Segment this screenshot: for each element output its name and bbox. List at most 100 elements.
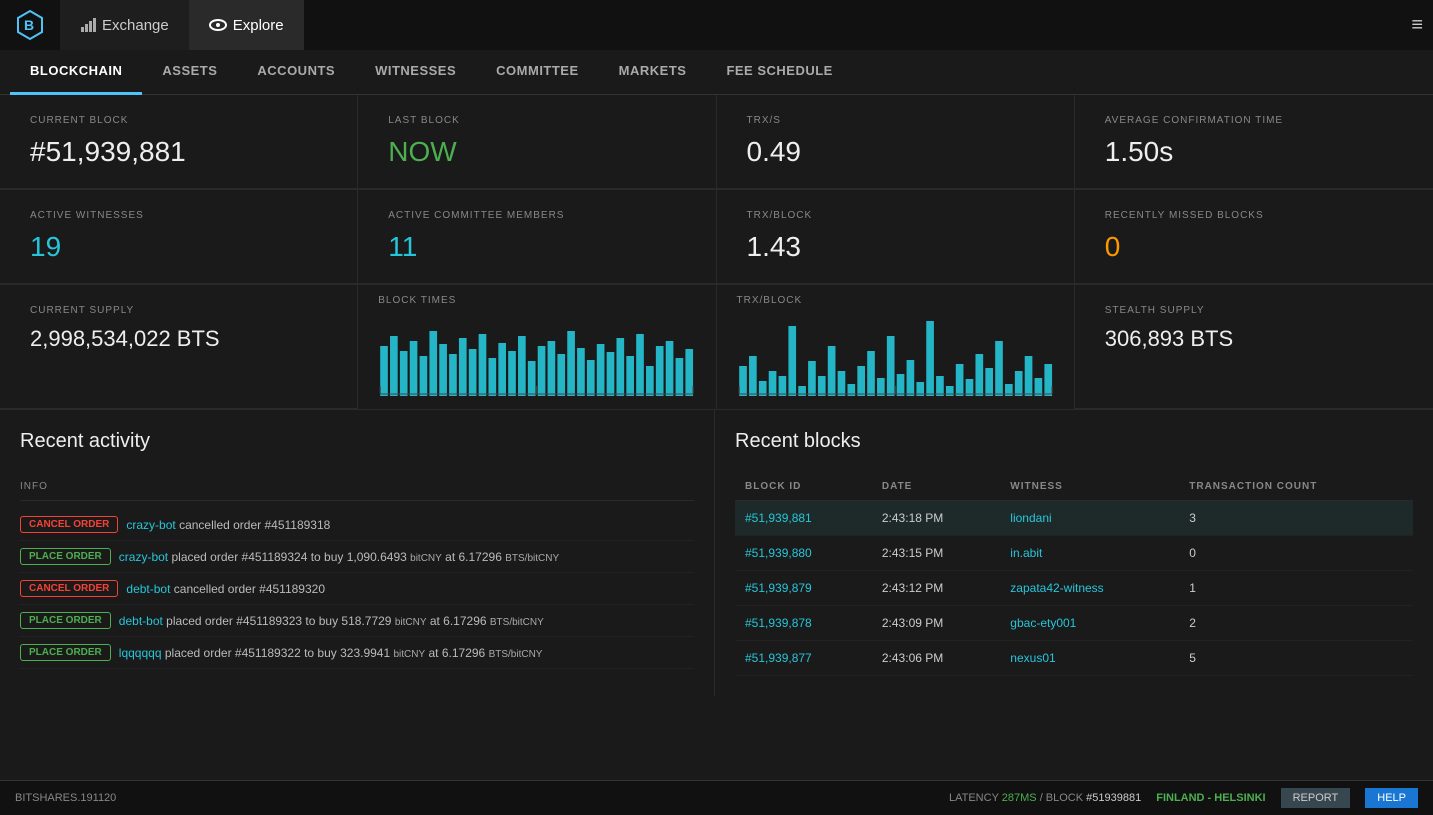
activity-user[interactable]: lqqqqqq xyxy=(119,646,162,660)
activity-user[interactable]: debt-bot xyxy=(119,614,163,628)
date-cell: 2:43:15 PM xyxy=(872,536,1000,571)
main-content: Recent activity INFO CANCEL ORDER crazy-… xyxy=(0,410,1433,696)
nav-blockchain[interactable]: BLOCKCHAIN xyxy=(10,50,142,95)
date-cell: 2:43:09 PM xyxy=(872,606,1000,641)
nav-accounts[interactable]: ACCOUNTS xyxy=(237,50,355,95)
logo[interactable]: B xyxy=(10,5,50,45)
place-order-badge: PLACE ORDER xyxy=(20,644,111,661)
secondary-nav: BLOCKCHAIN ASSETS ACCOUNTS WITNESSES COM… xyxy=(0,50,1433,95)
activity-user[interactable]: crazy-bot xyxy=(119,550,168,564)
block-id-link[interactable]: #51,939,880 xyxy=(745,546,812,560)
list-item: PLACE ORDER lqqqqqq placed order #451189… xyxy=(20,637,694,669)
block-id-cell: #51,939,881 xyxy=(735,501,872,536)
block-times-label: BLOCK TIMES xyxy=(378,295,695,306)
block-id-link[interactable]: #51,939,881 xyxy=(745,511,812,525)
exchange-nav[interactable]: Exchange xyxy=(60,0,189,50)
table-row: #51,939,881 2:43:18 PM liondani 3 xyxy=(735,501,1413,536)
stealth-supply-value: 306,893 BTS xyxy=(1105,326,1403,352)
current-block-value: #51,939,881 xyxy=(30,136,327,168)
exchange-label: Exchange xyxy=(102,17,169,34)
svg-text:B: B xyxy=(24,17,34,33)
active-committee-label: ACTIVE COMMITTEE MEMBERS xyxy=(388,210,685,221)
nav-witnesses[interactable]: WITNESSES xyxy=(355,50,476,95)
trx-block-chart-cell: TRX/BLOCK xyxy=(717,285,1075,409)
active-committee-cell: ACTIVE COMMITTEE MEMBERS 11 xyxy=(358,190,716,284)
list-item: PLACE ORDER debt-bot placed order #45118… xyxy=(20,605,694,637)
active-witnesses-value: 19 xyxy=(30,231,327,263)
witness-cell: nexus01 xyxy=(1000,641,1179,676)
list-item: CANCEL ORDER debt-bot cancelled order #4… xyxy=(20,573,694,605)
block-id-link[interactable]: #51,939,877 xyxy=(745,651,812,665)
current-supply-cell: CURRENT SUPPLY 2,998,534,022 BTS xyxy=(0,285,358,409)
col-block-id: BLOCK ID xyxy=(735,473,872,501)
block-id-cell: #51,939,880 xyxy=(735,536,872,571)
block-value: #51939881 xyxy=(1086,792,1141,804)
active-witnesses-label: ACTIVE WITNESSES xyxy=(30,210,327,221)
footer-location: FINLAND - HELSINKI xyxy=(1156,792,1265,804)
stats-row-2: ACTIVE WITNESSES 19 ACTIVE COMMITTEE MEM… xyxy=(0,190,1433,285)
exchange-icon xyxy=(80,17,96,33)
block-id-link[interactable]: #51,939,879 xyxy=(745,581,812,595)
active-committee-value: 11 xyxy=(388,231,685,263)
activity-desc: placed order #451189322 to buy 323.9941 … xyxy=(162,646,543,660)
witness-link[interactable]: liondani xyxy=(1010,511,1051,525)
nav-fee-schedule[interactable]: FEE SCHEDULE xyxy=(706,50,852,95)
witness-link[interactable]: gbac-ety001 xyxy=(1010,616,1076,630)
report-button[interactable]: REPORT xyxy=(1281,788,1351,808)
block-id-link[interactable]: #51,939,878 xyxy=(745,616,812,630)
activity-text: crazy-bot cancelled order #451189318 xyxy=(126,518,694,532)
tx-count-cell: 5 xyxy=(1179,641,1413,676)
witness-link[interactable]: nexus01 xyxy=(1010,651,1055,665)
explore-icon xyxy=(209,18,227,32)
help-button[interactable]: HELP xyxy=(1365,788,1418,808)
witness-link[interactable]: zapata42-witness xyxy=(1010,581,1103,595)
col-date: DATE xyxy=(872,473,1000,501)
trx-block-chart xyxy=(737,316,1054,396)
activity-user[interactable]: crazy-bot xyxy=(126,518,175,532)
witness-link[interactable]: in.abit xyxy=(1010,546,1042,560)
nav-assets[interactable]: ASSETS xyxy=(142,50,237,95)
current-supply-label: CURRENT SUPPLY xyxy=(30,305,327,316)
place-order-badge: PLACE ORDER xyxy=(20,548,111,565)
trx-block-cell: TRX/BLOCK 1.43 xyxy=(717,190,1075,284)
last-block-label: LAST BLOCK xyxy=(388,115,685,126)
place-order-badge: PLACE ORDER xyxy=(20,612,111,629)
activity-text: debt-bot cancelled order #451189320 xyxy=(126,582,694,596)
col-tx-count: TRANSACTION COUNT xyxy=(1179,473,1413,501)
table-row: #51,939,878 2:43:09 PM gbac-ety001 2 xyxy=(735,606,1413,641)
last-block-value: NOW xyxy=(388,136,685,168)
last-block-cell: LAST BLOCK NOW xyxy=(358,95,716,189)
list-item: CANCEL ORDER crazy-bot cancelled order #… xyxy=(20,509,694,541)
date-cell: 2:43:12 PM xyxy=(872,571,1000,606)
list-item: PLACE ORDER crazy-bot placed order #4511… xyxy=(20,541,694,573)
trx-s-value: 0.49 xyxy=(747,136,1044,168)
nav-committee[interactable]: COMMITTEE xyxy=(476,50,599,95)
footer-version: BITSHARES.191120 xyxy=(15,792,949,804)
date-cell: 2:43:18 PM xyxy=(872,501,1000,536)
tx-count-cell: 2 xyxy=(1179,606,1413,641)
block-id-cell: #51,939,878 xyxy=(735,606,872,641)
current-block-label: CURRENT BLOCK xyxy=(30,115,327,126)
current-supply-value: 2,998,534,022 BTS xyxy=(30,326,327,352)
trx-block-value: 1.43 xyxy=(747,231,1044,263)
explore-nav[interactable]: Explore xyxy=(189,0,304,50)
missed-blocks-cell: RECENTLY MISSED BLOCKS 0 xyxy=(1075,190,1433,284)
activity-text: lqqqqqq placed order #451189322 to buy 3… xyxy=(119,646,694,660)
trx-block-label: TRX/BLOCK xyxy=(747,210,1044,221)
recent-activity-title: Recent activity xyxy=(20,430,694,453)
block-id-cell: #51,939,877 xyxy=(735,641,872,676)
block-times-chart-cell: BLOCK TIMES xyxy=(358,285,716,409)
activity-desc: placed order #451189323 to buy 518.7729 … xyxy=(163,614,544,628)
table-row: #51,939,877 2:43:06 PM nexus01 5 xyxy=(735,641,1413,676)
missed-blocks-label: RECENTLY MISSED BLOCKS xyxy=(1105,210,1403,221)
nav-markets[interactable]: MARKETS xyxy=(599,50,707,95)
hamburger-button[interactable]: ≡ xyxy=(1411,14,1423,37)
tx-count-cell: 1 xyxy=(1179,571,1413,606)
cancel-order-badge: CANCEL ORDER xyxy=(20,516,118,533)
activity-user[interactable]: debt-bot xyxy=(126,582,170,596)
active-witnesses-cell: ACTIVE WITNESSES 19 xyxy=(0,190,358,284)
recent-blocks-title: Recent blocks xyxy=(735,430,1413,453)
recent-activity-panel: Recent activity INFO CANCEL ORDER crazy-… xyxy=(0,410,715,696)
footer-right: LATENCY 287MS / BLOCK #51939881 FINLAND … xyxy=(949,788,1418,808)
latency-value: 287MS xyxy=(1002,792,1037,804)
